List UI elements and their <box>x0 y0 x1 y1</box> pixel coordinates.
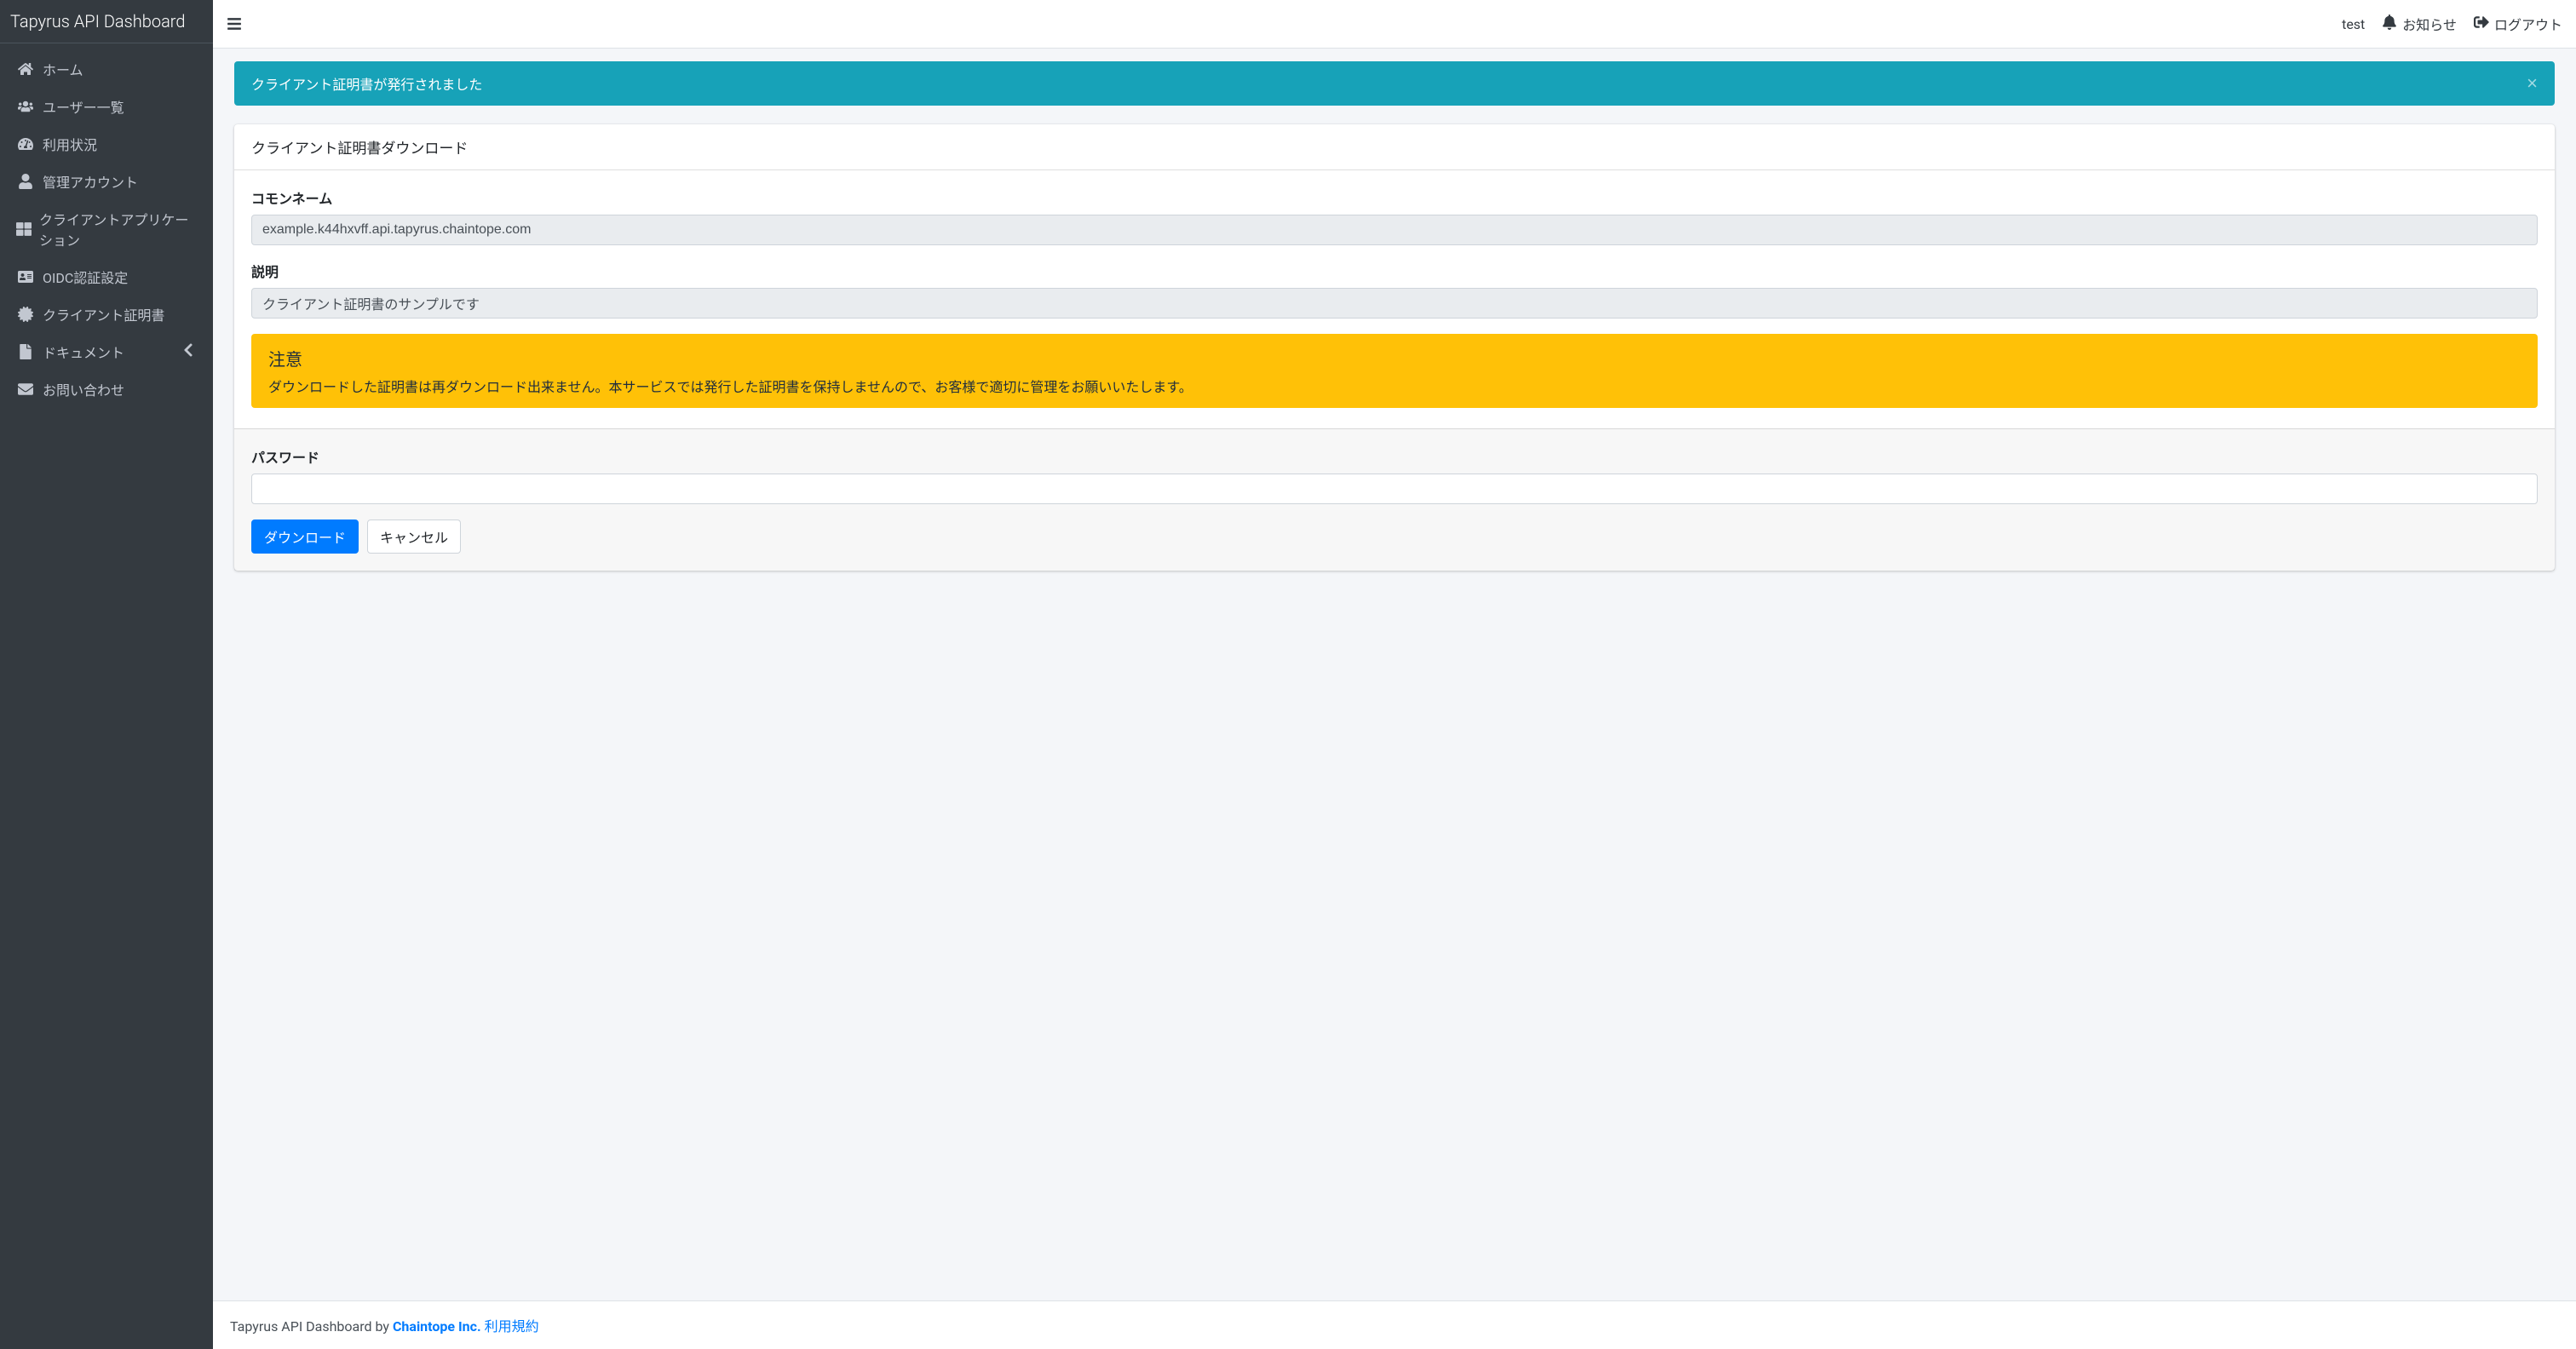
user-name-link[interactable]: test <box>2342 16 2365 32</box>
common-name-field <box>251 215 2538 245</box>
download-button[interactable]: ダウンロード <box>251 520 359 554</box>
sidebar-item-label: ホーム <box>43 59 83 79</box>
home-icon <box>15 61 36 77</box>
topbar: test お知らせ ログアウト <box>213 0 2576 49</box>
menu-toggle-button[interactable] <box>227 16 242 32</box>
sidebar-item-home[interactable]: ホーム <box>7 50 206 88</box>
common-name-label: コモンネーム <box>251 187 2538 208</box>
success-alert: クライアント証明書が発行されました × <box>234 61 2555 106</box>
sign-out-icon <box>2474 14 2489 33</box>
logout-link[interactable]: ログアウト <box>2474 14 2562 34</box>
sidebar-item-client-cert[interactable]: クライアント証明書 <box>7 296 206 333</box>
alert-message: クライアント証明書が発行されました <box>251 73 482 94</box>
footer-prefix: Tapyrus API Dashboard by <box>230 1318 393 1335</box>
sidebar-item-label: 管理アカウント <box>43 171 138 192</box>
sidebar: Tapyrus API Dashboard ホーム ユーザー一覧 利用状況 管理… <box>0 0 213 1349</box>
password-input[interactable] <box>251 474 2538 504</box>
description-label: 説明 <box>251 261 2538 281</box>
user-icon <box>15 174 36 189</box>
bell-icon <box>2382 14 2397 33</box>
sidebar-item-admin[interactable]: 管理アカウント <box>7 163 206 200</box>
sidebar-item-label: お問い合わせ <box>43 379 124 399</box>
envelope-icon <box>15 382 36 397</box>
description-field <box>251 288 2538 319</box>
sidebar-item-docs[interactable]: ドキュメント <box>7 333 206 370</box>
warning-body: ダウンロードした証明書は再ダウンロード出来ません。本サービスでは発行した証明書を… <box>268 376 2521 396</box>
sidebar-item-label: OIDC認証設定 <box>43 267 128 287</box>
sidebar-item-label: クライアント証明書 <box>43 304 164 324</box>
news-label: お知らせ <box>2402 14 2457 34</box>
logout-label: ログアウト <box>2494 14 2562 34</box>
users-icon <box>15 99 36 114</box>
file-icon <box>15 344 36 359</box>
footer-terms-link[interactable]: 利用規約 <box>485 1318 539 1335</box>
sidebar-item-label: ユーザー一覧 <box>43 96 124 117</box>
brand-title[interactable]: Tapyrus API Dashboard <box>0 0 213 43</box>
sidebar-item-oidc[interactable]: OIDC認証設定 <box>7 258 206 296</box>
sidebar-item-label: 利用状況 <box>43 134 97 154</box>
download-card: クライアント証明書ダウンロード コモンネーム 説明 注意 ダウンロードした証明書… <box>234 124 2555 571</box>
alert-close-button[interactable]: × <box>2527 74 2538 93</box>
th-large-icon <box>15 221 32 237</box>
password-label: パスワード <box>251 446 2538 467</box>
card-title: クライアント証明書ダウンロード <box>234 124 2555 170</box>
warning-title: 注意 <box>268 346 2521 370</box>
warning-alert: 注意 ダウンロードした証明書は再ダウンロード出来ません。本サービスでは発行した証… <box>251 334 2538 408</box>
cancel-button[interactable]: キャンセル <box>367 520 461 554</box>
sidebar-item-usage[interactable]: 利用状況 <box>7 125 206 163</box>
sidebar-item-users[interactable]: ユーザー一覧 <box>7 88 206 125</box>
chevron-left-icon <box>181 342 196 361</box>
footer: Tapyrus API Dashboard by Chaintope Inc. … <box>213 1300 2576 1349</box>
tachometer-icon <box>15 136 36 152</box>
certificate-icon <box>15 307 36 322</box>
sidebar-item-client-app[interactable]: クライアントアプリケーション <box>7 200 206 258</box>
id-card-icon <box>15 269 36 284</box>
sidebar-item-contact[interactable]: お問い合わせ <box>7 370 206 408</box>
footer-company-link[interactable]: Chaintope Inc. <box>393 1318 481 1335</box>
sidebar-item-label: クライアントアプリケーション <box>39 209 198 250</box>
sidebar-item-label: ドキュメント <box>43 342 124 362</box>
news-link[interactable]: お知らせ <box>2382 14 2457 34</box>
